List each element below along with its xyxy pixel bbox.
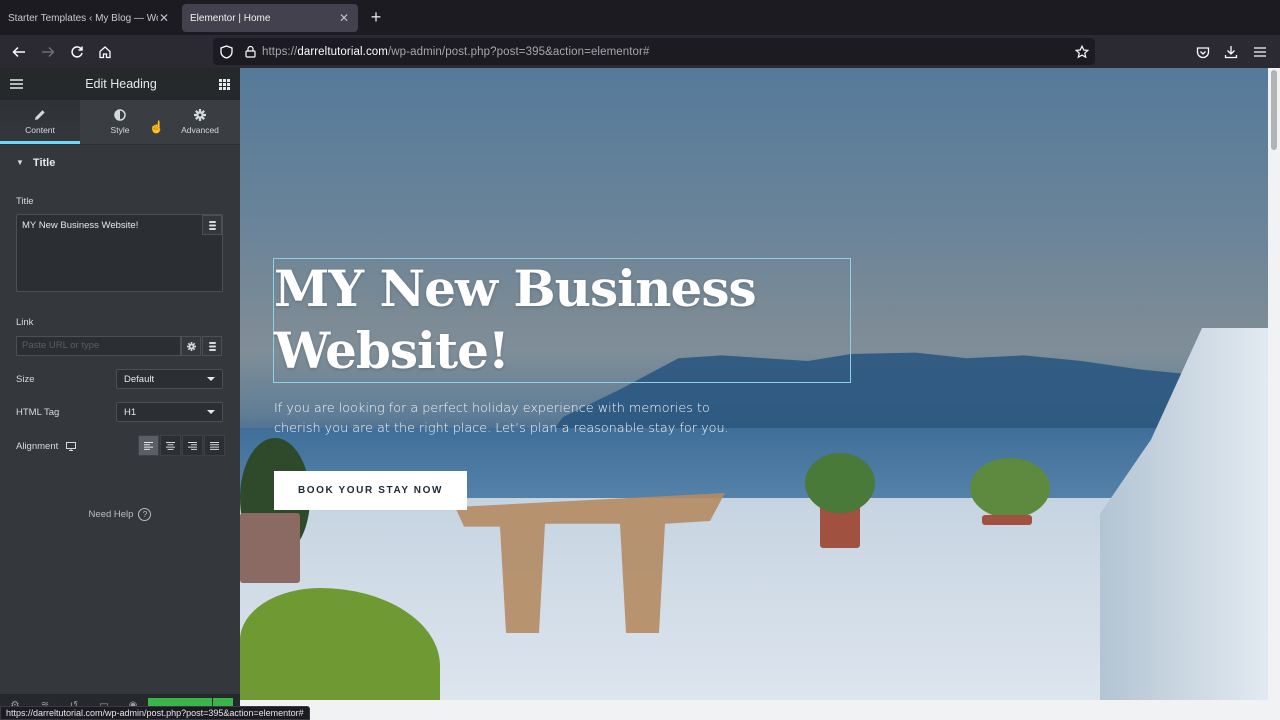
pocket-button[interactable] — [1192, 41, 1214, 63]
downloads-button[interactable] — [1220, 41, 1242, 63]
url-scheme: https:// — [262, 45, 298, 58]
caret-down-icon — [207, 410, 215, 414]
preview-bottom-edge — [240, 700, 1280, 720]
hand-cursor-icon: ☝ — [149, 120, 164, 134]
size-value: Default — [124, 373, 155, 385]
download-icon — [1224, 46, 1238, 59]
url-path: /wp-admin/post.php?post=395&action=eleme… — [387, 45, 650, 58]
tab-style[interactable]: Style — [80, 100, 160, 144]
lock-icon[interactable] — [245, 45, 256, 58]
panel-tabs: Content Style Advanced — [0, 100, 240, 144]
browser-tab-bar: Starter Templates ‹ My Blog — WordPress … — [0, 0, 1280, 35]
browser-nav-bar: https://darreltutorial.com/wp-admin/post… — [0, 35, 1280, 68]
menu-icon[interactable] — [10, 79, 23, 89]
status-link-tooltip: https://darreltutorial.com/wp-admin/post… — [0, 706, 310, 720]
page-preview: MY New Business Website! If you are look… — [240, 68, 1268, 700]
need-help-link[interactable]: Need Help ? — [0, 508, 240, 521]
title-textarea[interactable]: MY New Business Website! — [16, 214, 223, 292]
alignment-control — [138, 435, 225, 456]
database-icon — [208, 341, 216, 351]
html-tag-label: HTML Tag — [16, 407, 60, 418]
size-select[interactable]: Default — [116, 369, 223, 389]
preview-scrollbar[interactable] — [1268, 68, 1280, 700]
url-text: https://darreltutorial.com/wp-admin/post… — [262, 46, 649, 58]
shield-icon[interactable] — [220, 44, 233, 59]
align-center-button[interactable] — [160, 435, 181, 456]
need-help-text: Need Help — [88, 509, 134, 520]
gear-icon — [194, 109, 206, 121]
align-center-icon — [166, 441, 175, 450]
url-host: darreltutorial.com — [297, 45, 388, 58]
tab-advanced[interactable]: Advanced — [160, 100, 240, 144]
back-button[interactable] — [8, 41, 30, 63]
background-plant-pot — [240, 513, 300, 583]
section-title: Title — [32, 156, 56, 169]
desktop-icon[interactable] — [66, 442, 77, 451]
link-options-button[interactable] — [181, 336, 201, 356]
home-icon — [99, 46, 111, 59]
link-input[interactable]: Paste URL or type — [16, 336, 181, 356]
align-left-icon — [144, 441, 153, 450]
forward-button[interactable] — [37, 41, 59, 63]
half-circle-icon — [114, 109, 126, 121]
alignment-label-row: Alignment — [16, 441, 77, 452]
arrow-left-icon — [12, 46, 25, 58]
browser-tab-starter-templates[interactable]: Starter Templates ‹ My Blog — WordPress … — [0, 4, 178, 32]
hero-paragraph[interactable]: If you are looking for a perfect holiday… — [274, 399, 744, 439]
panel-header: Edit Heading — [0, 68, 240, 100]
tab-label: Content — [25, 125, 55, 135]
pocket-icon — [1196, 46, 1210, 58]
link-label: Link — [16, 317, 34, 328]
tab-label: Style — [110, 125, 130, 135]
tab-label: Advanced — [181, 125, 219, 135]
pencil-icon — [35, 110, 45, 120]
question-circle-icon: ? — [138, 508, 152, 521]
align-right-icon — [188, 441, 197, 450]
align-justify-button[interactable] — [204, 435, 225, 456]
address-bar[interactable]: https://darreltutorial.com/wp-admin/post… — [213, 38, 1095, 65]
browser-tab-elementor-home[interactable]: Elementor | Home ✕ — [182, 4, 358, 32]
title-label: Title — [16, 196, 34, 207]
scrollbar-thumb[interactable] — [1271, 70, 1277, 150]
reload-icon — [71, 46, 83, 58]
alignment-label: Alignment — [16, 441, 59, 452]
tab-content[interactable]: Content — [0, 100, 80, 144]
background-plant-pot — [982, 515, 1032, 525]
html-tag-select[interactable]: H1 — [116, 402, 223, 422]
background-plant — [970, 458, 1050, 518]
html-tag-value: H1 — [124, 406, 137, 418]
panel-title: Edit Heading — [85, 77, 157, 91]
background-plant — [805, 453, 875, 513]
hero-heading[interactable]: MY New Business Website! — [274, 258, 834, 382]
arrow-right-icon — [42, 46, 55, 58]
app-menu-button[interactable] — [1249, 41, 1271, 63]
database-icon — [208, 220, 216, 230]
hamburger-menu-icon — [1254, 47, 1266, 57]
reload-button[interactable] — [66, 41, 88, 63]
align-justify-icon — [210, 441, 219, 450]
section-title-toggle[interactable]: ▼ Title — [0, 144, 240, 180]
size-label: Size — [16, 374, 35, 385]
gear-icon — [186, 341, 196, 351]
tab-title: Elementor | Home — [190, 12, 271, 24]
elementor-panel: Edit Heading Content Style Advanced ▼ Ti… — [0, 68, 240, 720]
book-your-stay-button[interactable]: BOOK YOUR STAY NOW — [274, 471, 467, 510]
home-button[interactable] — [94, 41, 116, 63]
align-right-button[interactable] — [182, 435, 203, 456]
dynamic-tags-button[interactable] — [202, 215, 222, 235]
caret-down-icon — [207, 377, 215, 381]
bookmark-star-icon[interactable] — [1075, 44, 1089, 59]
close-tab-icon[interactable]: ✕ — [338, 11, 350, 25]
tab-title: Starter Templates ‹ My Blog — WordPress — [8, 12, 158, 24]
close-tab-icon[interactable]: ✕ — [158, 11, 170, 25]
caret-down-icon: ▼ — [16, 158, 24, 167]
new-tab-button[interactable]: + — [366, 7, 386, 27]
widgets-grid-icon[interactable] — [218, 78, 230, 90]
align-left-button[interactable] — [138, 435, 159, 456]
link-dynamic-tags-button[interactable] — [202, 336, 222, 356]
